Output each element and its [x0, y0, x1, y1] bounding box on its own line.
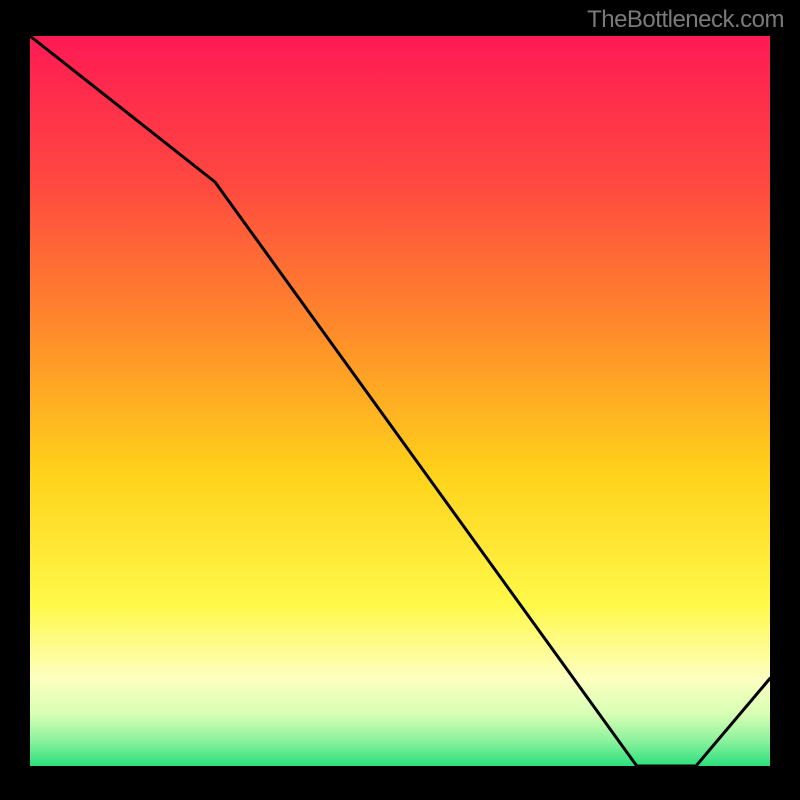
- bottleneck-chart: [30, 36, 770, 766]
- chart-background: [30, 36, 770, 766]
- watermark-text: TheBottleneck.com: [587, 6, 784, 34]
- chart-frame: TheBottleneck.com: [0, 0, 800, 800]
